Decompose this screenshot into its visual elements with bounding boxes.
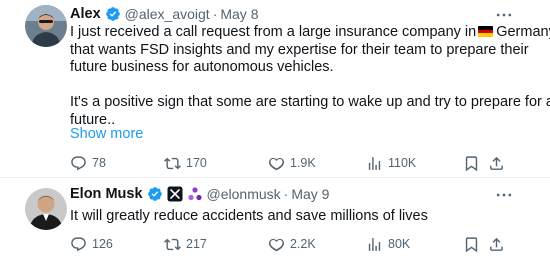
- separator-dot: ·: [212, 6, 218, 22]
- repost-count: 217: [186, 237, 207, 251]
- tweet-alex[interactable]: Alex @alex_avoigt · May 8 I just receive…: [0, 0, 550, 178]
- like-count: 1.9K: [290, 156, 316, 170]
- avatar-elon[interactable]: [25, 188, 67, 230]
- tweet-text: It will greatly reduce accidents and sav…: [70, 208, 428, 224]
- repost-count: 170: [186, 156, 207, 170]
- separator-dot: ·: [283, 186, 289, 202]
- repost-button[interactable]: 217: [164, 234, 207, 254]
- like-heart-icon: [268, 238, 285, 251]
- affiliate-org-icon[interactable]: [187, 186, 203, 202]
- bookmark-icon: [465, 155, 478, 171]
- share-icon: [490, 156, 503, 170]
- tweet-text-line: It's a positive sign that some are start…: [70, 94, 550, 110]
- like-count: 2.2K: [290, 237, 316, 251]
- more-dots-icon[interactable]: [494, 5, 514, 25]
- tweet-elon[interactable]: Elon Musk @elonmusk · May 9 It will grea…: [0, 178, 550, 270]
- bookmark-button[interactable]: [463, 153, 480, 173]
- reply-icon: [71, 155, 86, 170]
- views-chart-icon: [368, 156, 381, 170]
- bookmark-icon: [465, 236, 478, 252]
- like-button[interactable]: 1.9K: [268, 153, 316, 173]
- tweet-date[interactable]: May 9: [291, 186, 329, 202]
- author-handle[interactable]: @alex_avoigt: [125, 6, 210, 22]
- reply-icon: [71, 236, 86, 251]
- verified-badge-icon: [147, 187, 162, 201]
- views-button[interactable]: 80K: [366, 234, 410, 254]
- repost-icon: [164, 157, 181, 169]
- author-name[interactable]: Alex: [70, 6, 101, 22]
- tweet-text-segment: Germany: [496, 24, 550, 40]
- verified-badge-icon: [105, 7, 120, 21]
- tweet-text-line: future business for autonomous vehicles.: [70, 59, 334, 75]
- tweet-date[interactable]: May 8: [220, 6, 258, 22]
- avatar-elon-image: [25, 188, 67, 230]
- show-more-link[interactable]: Show more: [70, 126, 143, 142]
- views-count: 110K: [388, 156, 417, 170]
- share-button[interactable]: [488, 234, 505, 254]
- views-chart-icon: [368, 237, 381, 251]
- views-count: 80K: [388, 237, 411, 251]
- reply-count: 126: [92, 237, 113, 251]
- bookmark-button[interactable]: [463, 234, 480, 254]
- avatar-alex-image: [25, 5, 67, 47]
- share-icon: [490, 237, 503, 251]
- tweet-actions: 78 170 1.9K 110K: [70, 153, 510, 173]
- reply-count: 78: [92, 156, 106, 170]
- reply-button[interactable]: 126: [70, 234, 113, 254]
- like-heart-icon: [268, 157, 285, 170]
- views-button[interactable]: 110K: [366, 153, 416, 173]
- share-button[interactable]: [488, 153, 505, 173]
- more-dots-icon[interactable]: [494, 185, 514, 205]
- tweet-text-line: that wants FSD insights and my expertise…: [70, 41, 529, 58]
- x-logo-icon[interactable]: [167, 186, 183, 202]
- tweet-text-segment: I just received a call request from a la…: [70, 24, 477, 40]
- repost-button[interactable]: 170: [164, 153, 207, 173]
- tweet-header: Elon Musk @elonmusk · May 9: [70, 184, 329, 204]
- reply-button[interactable]: 78: [70, 153, 106, 173]
- tweet-text: I just received a call request from a la…: [70, 24, 550, 129]
- author-handle[interactable]: @elonmusk: [207, 186, 281, 202]
- avatar-alex[interactable]: [25, 5, 67, 47]
- tweet-header: Alex @alex_avoigt · May 8: [70, 4, 258, 24]
- like-button[interactable]: 2.2K: [268, 234, 316, 254]
- tweet-text-line: I just received a call request from a la…: [70, 24, 550, 42]
- germany-flag-icon: [478, 26, 494, 37]
- repost-icon: [164, 238, 181, 250]
- author-name[interactable]: Elon Musk: [70, 186, 143, 202]
- tweet-actions: 126 217 2.2K 80K: [70, 234, 510, 254]
